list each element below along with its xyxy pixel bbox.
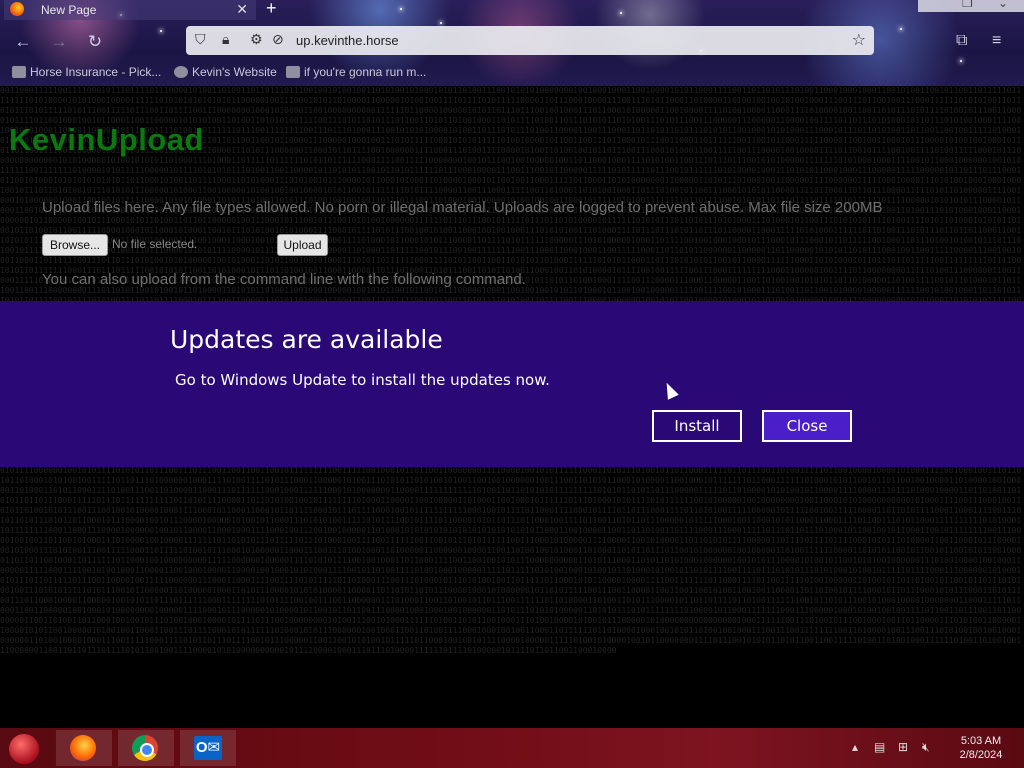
clock-date: 2/8/2024 — [959, 749, 1003, 761]
shield-icon[interactable]: ⛉ — [195, 31, 206, 48]
extensions-icon[interactable]: ⧉ — [956, 32, 967, 50]
install-button[interactable]: Install — [652, 410, 742, 442]
upload-button[interactable]: Upload — [277, 234, 328, 256]
taskbar-outlook[interactable]: O✉ — [180, 730, 236, 766]
close-button[interactable]: Close — [762, 410, 852, 442]
chrome-center-icon — [140, 743, 154, 757]
firefox-icon — [10, 2, 24, 16]
url-text[interactable]: up.kevinthe.horse — [296, 33, 399, 48]
lock-icon[interactable]: 🔒︎ — [222, 31, 229, 48]
bookmark-favicon-icon — [286, 66, 300, 78]
firework-spark — [440, 22, 442, 24]
bookmark-item[interactable]: Kevin's Website — [174, 65, 277, 79]
tab-new-page[interactable]: New Page ✕ — [4, 0, 256, 20]
outlook-icon: O✉ — [194, 736, 222, 760]
taskbar: O✉ ▴ ▤ ⊞ 🔇︎ 5:03 AM 2/8/2024 — [0, 728, 1024, 768]
clock-time: 5:03 AM — [960, 735, 1002, 747]
firefox-icon — [70, 735, 96, 761]
globe-icon — [174, 66, 188, 78]
bookmark-item[interactable]: Horse Insurance - Pick... — [12, 65, 161, 79]
browser-chrome: New Page ✕ + ❐ ⌄ ← → ↻ ⛉ 🔒︎ ⚙ ⊘ up.kevin… — [0, 0, 1024, 86]
navigation-bar: ← → ↻ ⛉ 🔒︎ ⚙ ⊘ up.kevinthe.horse ☆ ⧉ ≡ — [0, 26, 1024, 58]
taskbar-clock[interactable]: 5:03 AM 2/8/2024 — [955, 734, 1007, 762]
tracking-off-icon[interactable]: ⊘ — [272, 31, 284, 48]
bookmarks-toolbar: Horse Insurance - Pick... Kevin's Websit… — [0, 62, 1024, 84]
upload-notice: Upload files here. Any file types allowe… — [42, 199, 883, 216]
taskbar-firefox[interactable] — [56, 730, 112, 766]
taskbar-chrome[interactable] — [118, 730, 174, 766]
notification-message: Go to Windows Update to install the upda… — [175, 371, 550, 389]
cmdline-text: You can also upload from the command lin… — [42, 271, 526, 288]
update-notification: Updates are available Go to Windows Upda… — [0, 301, 1024, 467]
action-center-icon[interactable]: ▤ — [874, 740, 885, 754]
new-tab-icon[interactable]: + — [266, 0, 277, 19]
forward-icon[interactable]: → — [48, 32, 70, 52]
show-hidden-icons-icon[interactable]: ▴ — [852, 740, 858, 754]
tab-bar: New Page ✕ + ❐ ⌄ — [0, 0, 1024, 22]
bookmark-item[interactable]: if you're gonna run m... — [286, 65, 426, 79]
network-icon[interactable]: ⊞ — [898, 740, 908, 754]
browse-button[interactable]: Browse... — [42, 234, 108, 256]
reload-icon[interactable]: ↻ — [84, 32, 106, 52]
minimize-icon[interactable]: ⌄ — [998, 0, 1008, 10]
permissions-icon[interactable]: ⚙ — [250, 31, 263, 48]
menu-icon[interactable]: ≡ — [992, 32, 1001, 50]
address-bar[interactable]: ⛉ 🔒︎ ⚙ ⊘ up.kevinthe.horse ☆ — [186, 26, 874, 55]
restore-icon[interactable]: ❐ — [962, 0, 973, 10]
volume-muted-icon[interactable]: 🔇︎ — [922, 740, 930, 755]
site-logo: KevinUpload — [9, 122, 204, 157]
no-file-label: No file selected. — [112, 237, 198, 251]
start-button[interactable] — [9, 734, 39, 764]
bookmark-favicon-icon — [12, 66, 26, 78]
bookmark-star-icon[interactable]: ☆ — [852, 30, 866, 50]
window-controls: ❐ ⌄ — [918, 0, 1024, 12]
tab-title: New Page — [41, 3, 97, 17]
back-icon[interactable]: ← — [12, 32, 34, 52]
tab-close-icon[interactable]: ✕ — [236, 0, 248, 18]
notification-title: Updates are available — [170, 325, 443, 354]
